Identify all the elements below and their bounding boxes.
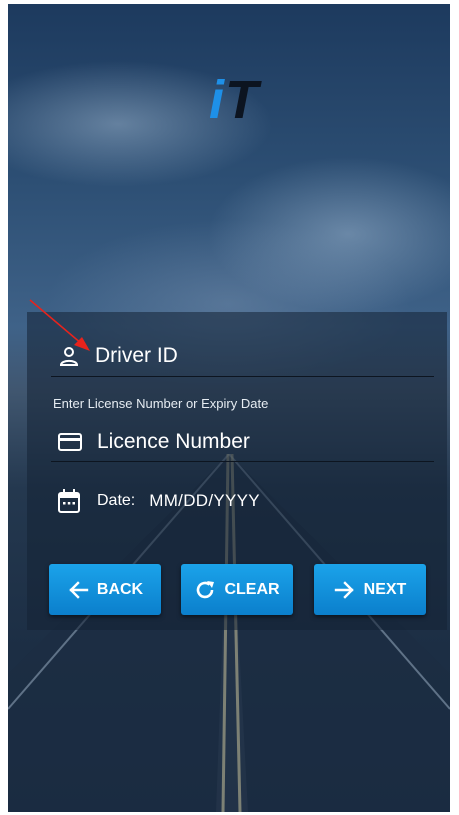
logo-t: T — [225, 70, 262, 124]
licence-number-underline — [51, 461, 434, 462]
licence-number-field[interactable]: Licence Number — [57, 430, 250, 454]
back-button-label: BACK — [96, 580, 144, 598]
refresh-icon — [197, 580, 215, 598]
app-logo: i T — [209, 70, 262, 124]
next-button[interactable]: NEXT — [314, 564, 426, 615]
hint-text: Enter License Number or Expiry Date — [53, 396, 269, 411]
clear-button[interactable]: CLEAR — [181, 564, 293, 615]
logo-i: i — [209, 70, 225, 124]
arrow-right-icon — [334, 580, 354, 599]
login-card: Driver ID Enter License Number or Expiry… — [27, 312, 447, 630]
licence-number-placeholder: Licence Number — [97, 430, 250, 453]
driver-id-placeholder: Driver ID — [95, 344, 178, 367]
app-screen: i T Driver ID Enter License Number or Ex… — [8, 4, 450, 812]
driver-id-underline — [51, 376, 434, 377]
date-label: Date: — [97, 492, 136, 509]
calendar-icon — [57, 488, 81, 514]
back-button[interactable]: BACK — [49, 564, 161, 615]
annotation-arrow — [29, 299, 90, 351]
next-button-label: NEXT — [363, 580, 407, 598]
clear-button-label: CLEAR — [224, 580, 280, 598]
date-field[interactable]: Date: MM/DD/YYYY — [57, 488, 260, 514]
arrow-left-icon — [69, 580, 89, 599]
card-icon — [57, 430, 83, 454]
date-placeholder: MM/DD/YYYY — [149, 491, 260, 510]
